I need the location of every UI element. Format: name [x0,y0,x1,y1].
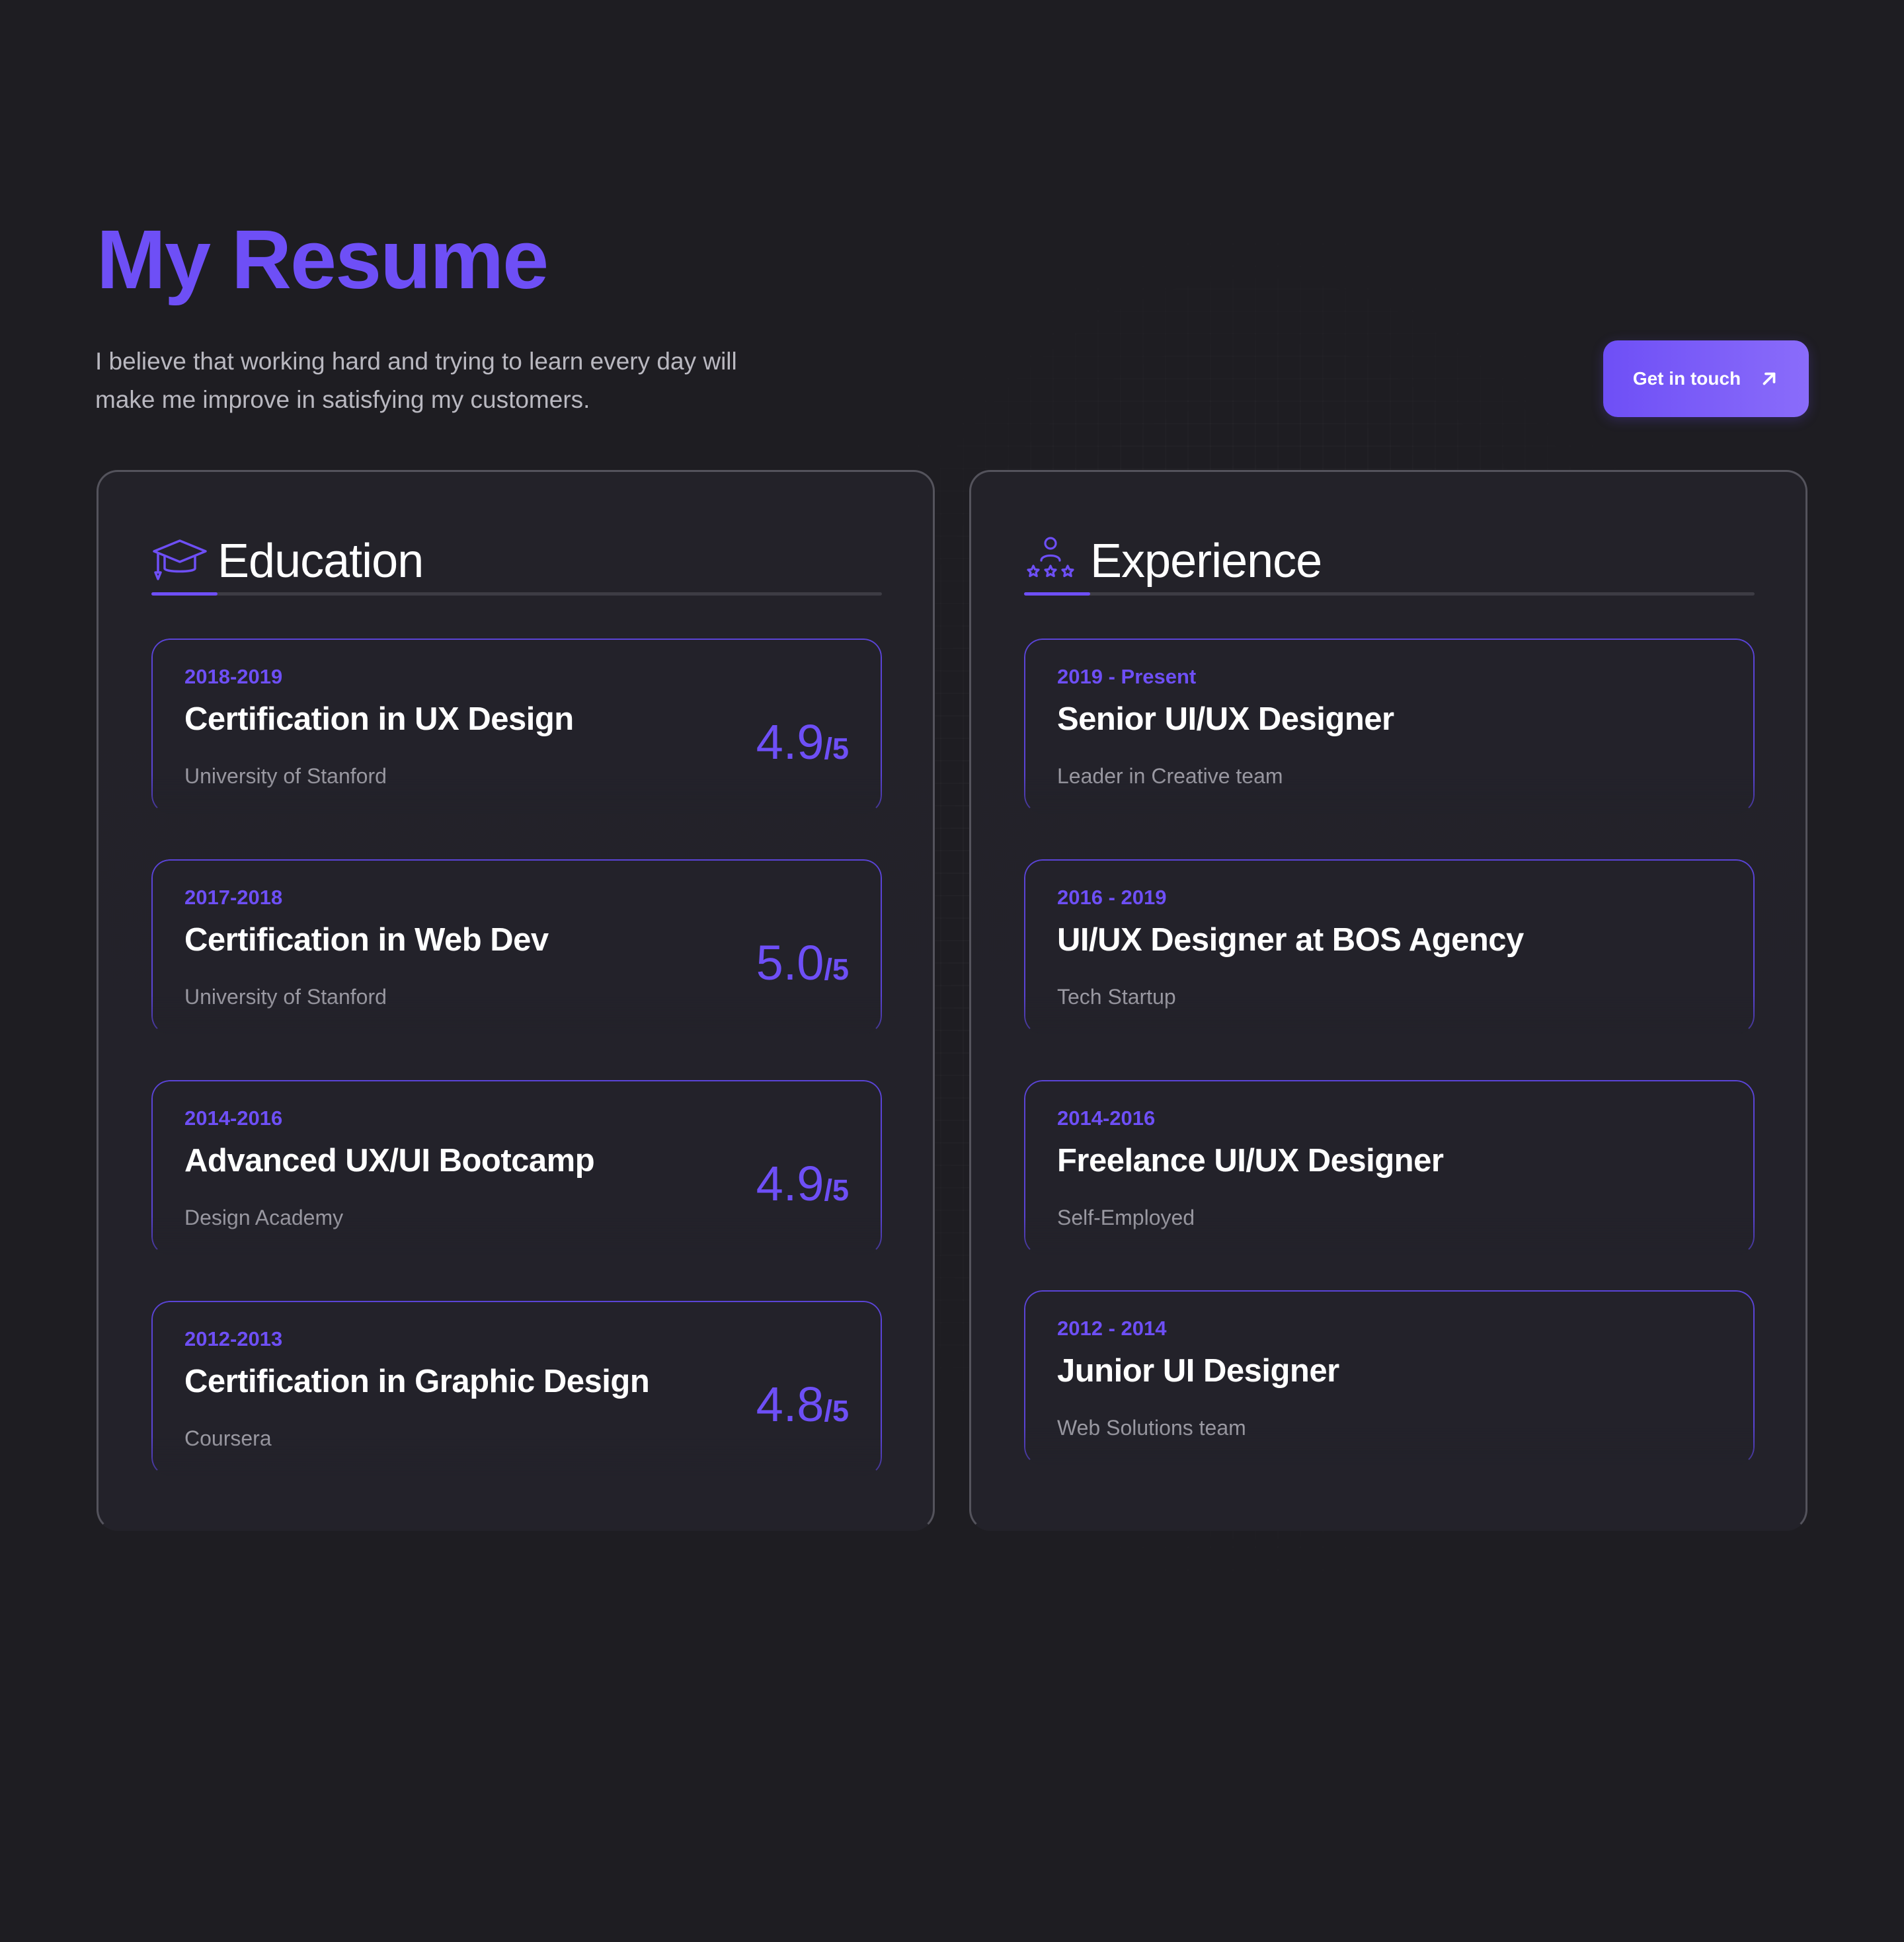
experience-period: 2019 - Present [1057,665,1197,688]
score-suffix: /5 [824,1173,849,1207]
subtitle-line-1: I believe that working hard and trying t… [95,348,737,375]
score-suffix: /5 [824,952,849,986]
education-card: 2018-2019 Certification in UX Design Uni… [151,639,882,814]
education-divider-accent [151,592,218,596]
education-period: 2012-2013 [184,1327,283,1350]
education-title: Certification in Graphic Design [184,1364,650,1399]
experience-period: 2012 - 2014 [1057,1317,1167,1340]
experience-period: 2016 - 2019 [1057,886,1167,909]
page-title: My Resume [97,213,549,306]
experience-company: Web Solutions team [1057,1416,1246,1440]
experience-title: UI/UX Designer at BOS Agency [1057,922,1524,958]
experience-heading: Experience [1090,535,1322,588]
score-suffix: /5 [824,1394,849,1428]
experience-divider-accent [1024,592,1090,596]
score-value: 5.0 [756,935,824,990]
education-card: 2017-2018 Certification in Web Dev Unive… [151,859,882,1034]
education-institution: University of Stanford [184,985,387,1009]
education-score: 4.9/5 [756,1159,849,1208]
get-in-touch-button[interactable]: Get in touch [1603,340,1809,417]
education-institution: Design Academy [184,1206,344,1229]
experience-title: Junior UI Designer [1057,1353,1339,1389]
experience-company: Self-Employed [1057,1206,1195,1229]
experience-period: 2014-2016 [1057,1107,1156,1130]
experience-title: Freelance UI/UX Designer [1057,1143,1444,1179]
education-header: Education [151,531,882,592]
education-title: Certification in Web Dev [184,922,549,958]
subtitle-line-2: make me improve in satisfying my custome… [95,386,590,413]
education-period: 2017-2018 [184,886,283,909]
experience-divider [1024,592,1755,596]
get-in-touch-label: Get in touch [1632,368,1741,389]
education-card: 2014-2016 Advanced UX/UI Bootcamp Design… [151,1080,882,1255]
experience-card: 2019 - Present Senior UI/UX Designer Lea… [1024,639,1755,814]
education-score: 4.9/5 [756,718,849,767]
score-value: 4.9 [756,715,824,769]
education-title: Certification in UX Design [184,701,574,737]
experience-panel: Experience 2019 - Present Senior UI/UX D… [969,470,1807,1531]
education-score: 4.8/5 [756,1380,849,1429]
education-institution: University of Stanford [184,764,387,788]
score-value: 4.9 [756,1156,824,1211]
resume-page: My Resume I believe that working hard an… [0,0,1904,1942]
experience-company: Leader in Creative team [1057,764,1283,788]
education-institution: Coursera [184,1426,272,1450]
education-heading: Education [218,535,424,588]
experience-card: 2012 - 2014 Junior UI Designer Web Solut… [1024,1290,1755,1465]
experience-card: 2016 - 2019 UI/UX Designer at BOS Agency… [1024,859,1755,1034]
page-subtitle: I believe that working hard and trying t… [95,342,849,419]
education-period: 2018-2019 [184,665,283,688]
experience-title: Senior UI/UX Designer [1057,701,1394,737]
education-divider [151,592,882,596]
experience-card: 2014-2016 Freelance UI/UX Designer Self-… [1024,1080,1755,1255]
score-value: 4.8 [756,1377,824,1432]
education-score: 5.0/5 [756,939,849,988]
education-card: 2012-2013 Certification in Graphic Desig… [151,1301,882,1476]
experience-company: Tech Startup [1057,985,1176,1009]
education-period: 2014-2016 [184,1107,283,1130]
arrow-up-right-icon [1763,372,1776,385]
education-panel: Education 2018-2019 Certification in UX … [97,470,935,1531]
score-suffix: /5 [824,732,849,765]
experience-header: Experience [1024,531,1755,592]
education-title: Advanced UX/UI Bootcamp [184,1143,595,1179]
graduation-cap-icon [153,539,207,580]
person-stars-icon [1027,537,1074,578]
